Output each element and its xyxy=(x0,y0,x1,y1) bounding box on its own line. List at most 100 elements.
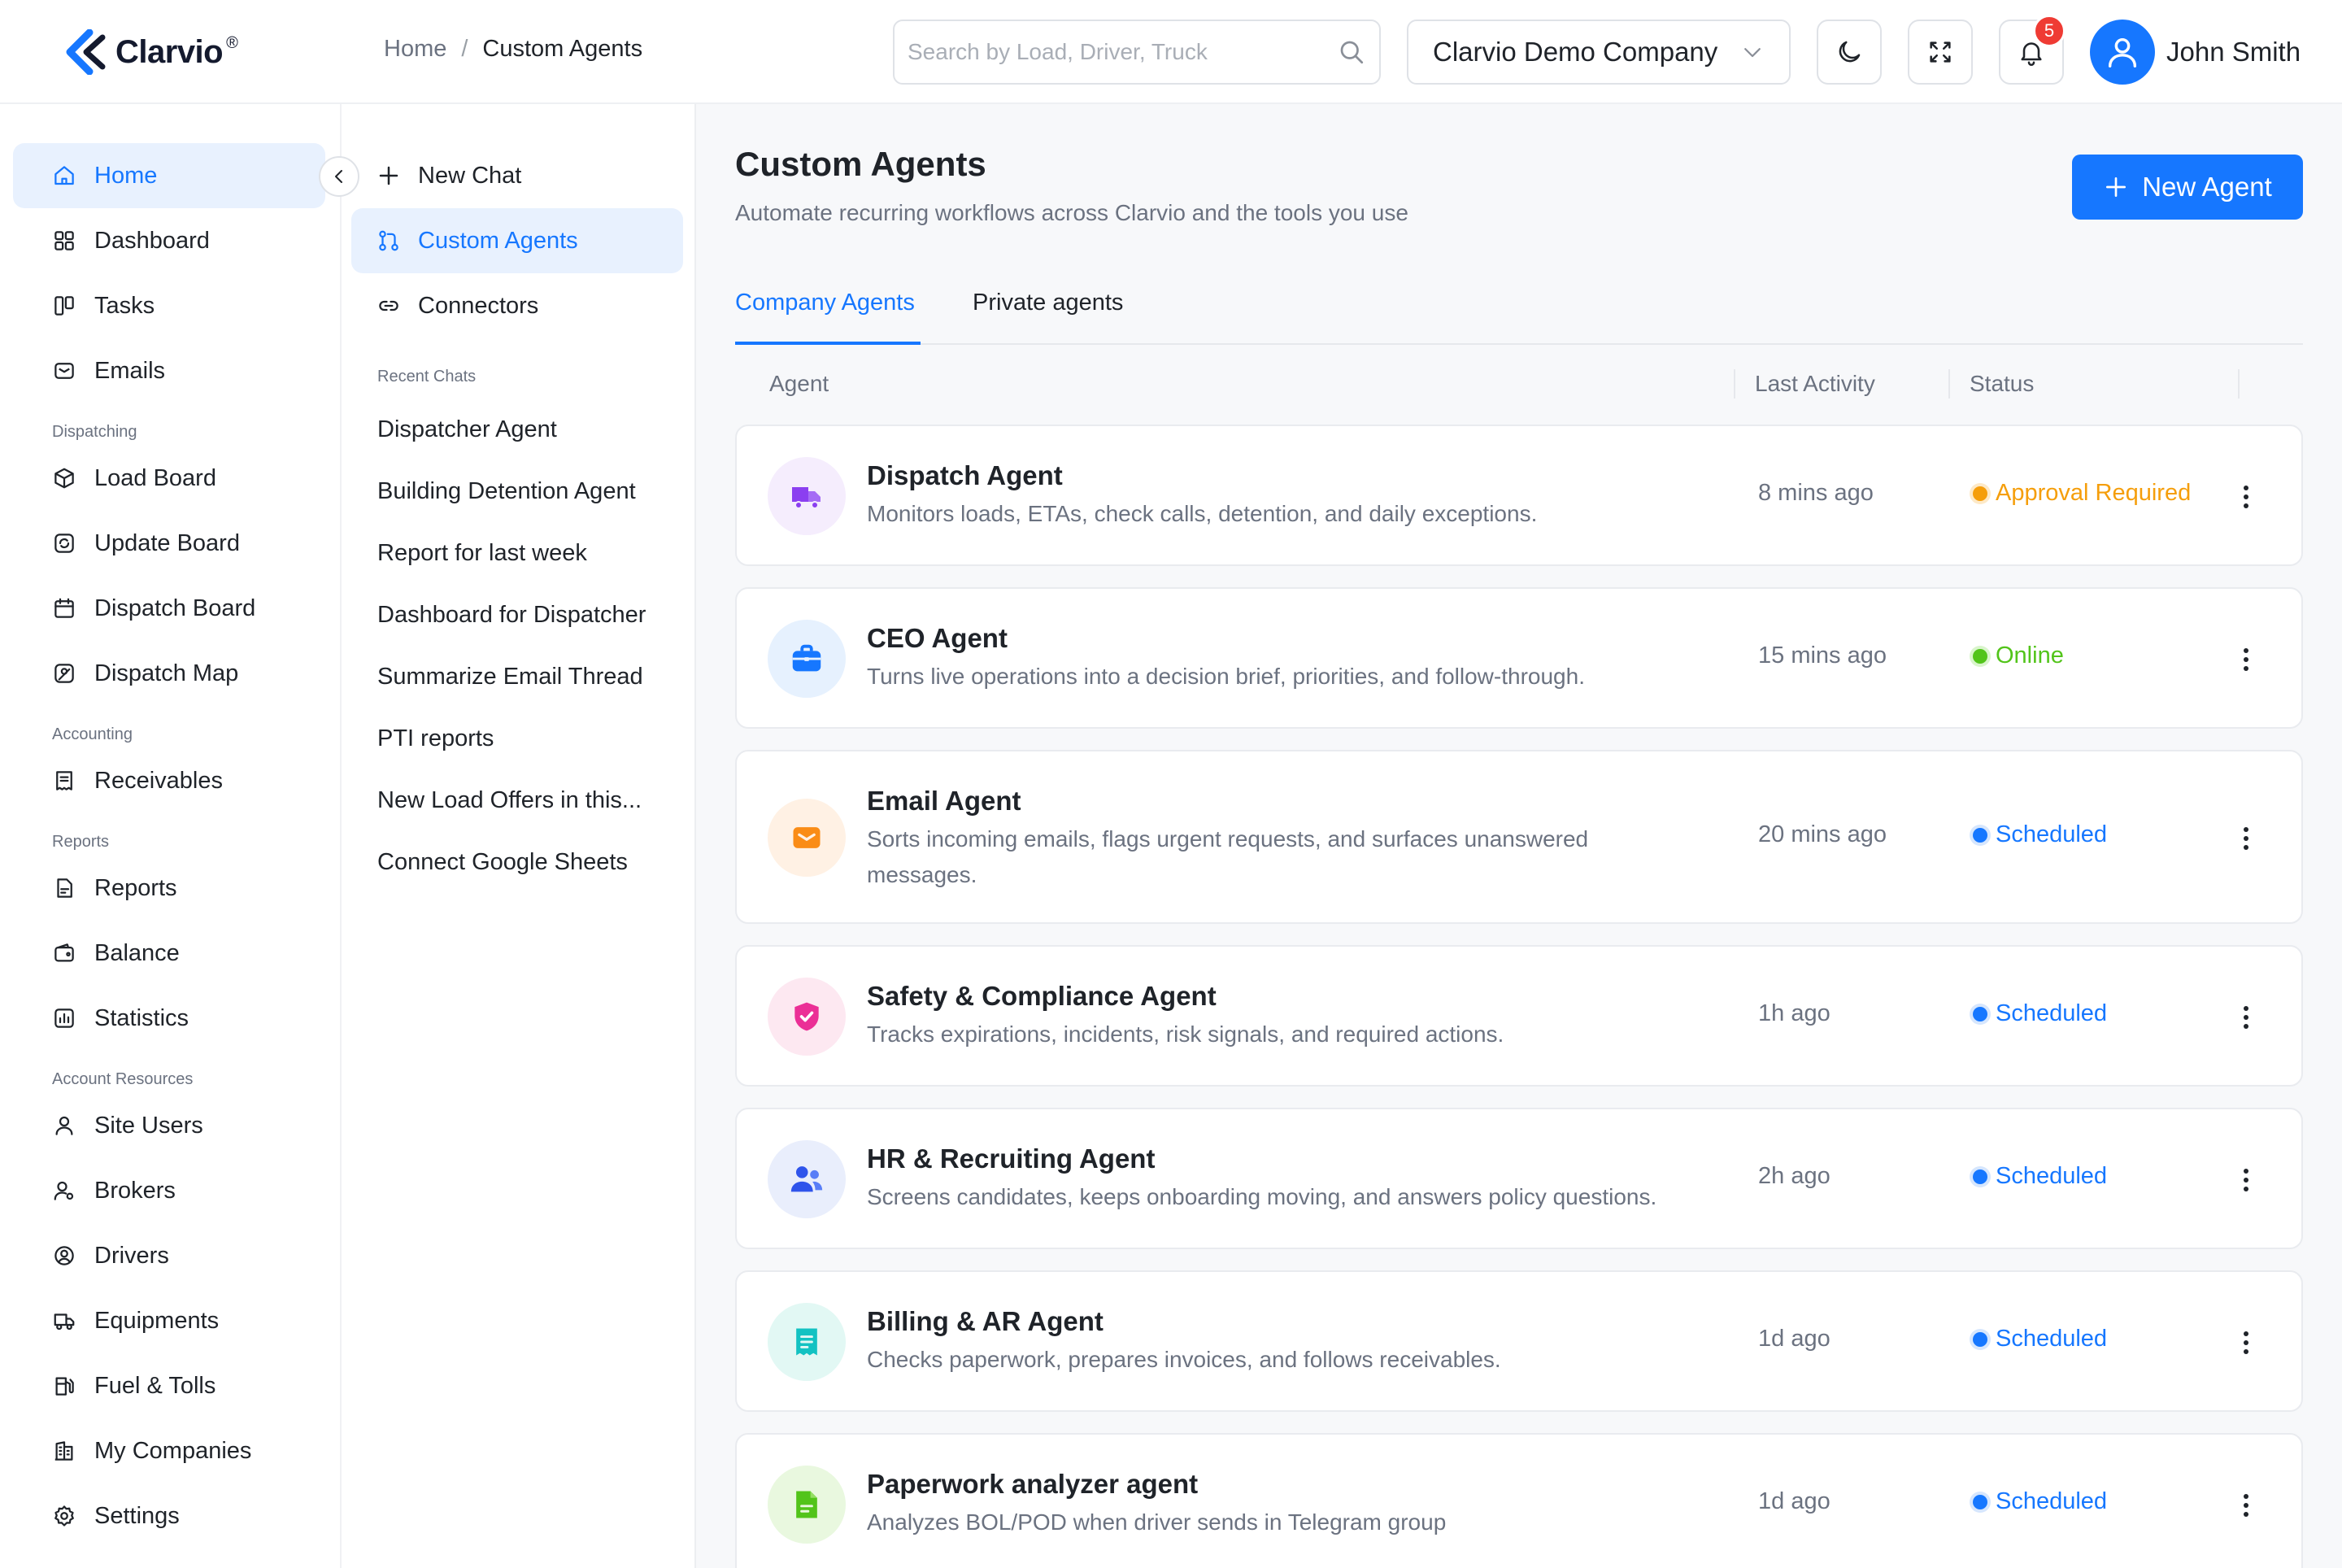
status-label: Scheduled xyxy=(1996,1163,2108,1189)
sidebar-item-tasks[interactable]: Tasks xyxy=(13,273,325,338)
connectors-link[interactable]: Connectors xyxy=(351,273,683,338)
avatar[interactable] xyxy=(2090,20,2155,85)
agent-last-activity: 20 mins ago xyxy=(1758,821,1887,847)
chart-icon xyxy=(50,1004,78,1032)
table-row[interactable]: Dispatch Agent Monitors loads, ETAs, che… xyxy=(735,425,2303,566)
company-selector-value: Clarvio Demo Company xyxy=(1433,37,1718,67)
tab-company-agents[interactable]: Company Agents xyxy=(735,290,921,345)
brand-name: Clarvio xyxy=(115,33,224,70)
sidebar-item-site-users[interactable]: Site Users xyxy=(13,1093,325,1158)
recent-chat-item[interactable]: Connect Google Sheets xyxy=(377,849,628,876)
column-header-last-activity: Last Activity xyxy=(1755,371,1875,396)
more-options-icon[interactable] xyxy=(2230,1161,2262,1200)
table-row[interactable]: Paperwork analyzer agent Analyzes BOL/PO… xyxy=(735,1433,2303,1568)
more-options-icon[interactable] xyxy=(2230,477,2262,516)
sidebar-item-load-board[interactable]: Load Board xyxy=(13,446,325,511)
sidebar-item-equipments[interactable]: Equipments xyxy=(13,1288,325,1353)
driver-icon xyxy=(50,1242,78,1270)
notifications-button[interactable]: 5 xyxy=(1999,15,2066,85)
plus-icon xyxy=(2103,174,2129,200)
sidebar-item-balance[interactable]: Balance xyxy=(13,921,325,986)
recent-chat-item[interactable]: PTI reports xyxy=(377,725,494,752)
breadcrumb-current: Custom Agents xyxy=(482,36,643,62)
agent-description: Checks paperwork, prepares invoices, and… xyxy=(867,1347,1501,1372)
sidebar-item-dispatch-board[interactable]: Dispatch Board xyxy=(13,576,325,641)
company-selector[interactable]: Clarvio Demo Company xyxy=(1407,20,1791,85)
sidebar-item-drivers[interactable]: Drivers xyxy=(13,1223,325,1288)
more-options-icon[interactable] xyxy=(2230,998,2262,1037)
wallet-icon xyxy=(50,939,78,967)
sidebar-item-receivables[interactable]: Receivables xyxy=(13,748,325,813)
brand-mark: ® xyxy=(226,34,238,52)
status-label: Scheduled xyxy=(1996,1326,2108,1352)
recent-chat-item[interactable]: Dispatcher Agent xyxy=(377,416,557,443)
brand-logo[interactable]: Clarvio ® xyxy=(65,29,238,75)
search-icon[interactable] xyxy=(1337,37,1366,67)
gear-icon xyxy=(50,1502,78,1530)
agent-last-activity: 1d ago xyxy=(1758,1326,1831,1352)
more-options-icon[interactable] xyxy=(2230,819,2262,858)
new-agent-button[interactable]: New Agent xyxy=(2072,155,2303,220)
sidebar-item-emails[interactable]: Emails xyxy=(13,338,325,403)
theme-toggle-button[interactable] xyxy=(1817,20,1882,85)
sidebar-item-label: Brokers xyxy=(94,1177,176,1204)
table-row[interactable]: Email Agent Sorts incoming emails, flags… xyxy=(735,750,2303,924)
table-row[interactable]: CEO Agent Turns live operations into a d… xyxy=(735,587,2303,729)
connectors-label: Connectors xyxy=(418,292,539,319)
sidebar-item-update-board[interactable]: Update Board xyxy=(13,511,325,576)
sidebar-item-label: Site Users xyxy=(94,1112,203,1139)
broker-icon xyxy=(50,1177,78,1204)
tab-private-agents[interactable]: Private agents xyxy=(973,290,1123,345)
sidebar-item-home[interactable]: Home xyxy=(13,143,325,208)
chevron-down-icon xyxy=(1740,40,1765,64)
sidebar-item-label: Drivers xyxy=(94,1242,169,1269)
sidebar-section-reports: Reports xyxy=(52,833,110,851)
recent-chat-item[interactable]: Report for last week xyxy=(377,540,587,567)
recent-chat-item[interactable]: Dashboard for Dispatcher xyxy=(377,602,646,629)
recent-chat-item[interactable]: Building Detention Agent xyxy=(377,478,636,505)
column-divider xyxy=(1948,369,1950,399)
sidebar-item-dashboard[interactable]: Dashboard xyxy=(13,208,325,273)
sidebar-item-settings[interactable]: Settings xyxy=(13,1483,325,1548)
more-options-icon[interactable] xyxy=(2230,1486,2262,1525)
status-label: Scheduled xyxy=(1996,1488,2108,1514)
building-icon xyxy=(50,1437,78,1465)
more-options-icon[interactable] xyxy=(2230,640,2262,679)
sidebar-item-reports[interactable]: Reports xyxy=(13,856,325,921)
new-chat-button[interactable]: New Chat xyxy=(351,143,683,208)
sidebar-item-dispatch-map[interactable]: Dispatch Map xyxy=(13,641,325,706)
kanban-icon xyxy=(50,292,78,320)
recent-chat-item[interactable]: New Load Offers in this... xyxy=(377,787,642,814)
more-options-icon[interactable] xyxy=(2230,1323,2262,1362)
user-name[interactable]: John Smith xyxy=(2166,37,2301,68)
status-dot xyxy=(1973,827,1987,843)
search-input[interactable] xyxy=(908,21,1330,83)
page-title: Custom Agents xyxy=(735,145,986,183)
sidebar-item-label: Dispatch Board xyxy=(94,595,256,621)
sidebar-item-my-companies[interactable]: My Companies xyxy=(13,1418,325,1483)
sidebar-item-label: Update Board xyxy=(94,529,240,556)
new-chat-label: New Chat xyxy=(418,162,522,189)
sidebar-item-fuel-tolls[interactable]: Fuel & Tolls xyxy=(13,1353,325,1418)
table-row[interactable]: Safety & Compliance Agent Tracks expirat… xyxy=(735,945,2303,1087)
users-icon xyxy=(768,1140,846,1218)
sidebar-item-statistics[interactable]: Statistics xyxy=(13,986,325,1051)
status-dot xyxy=(1973,1494,1987,1509)
breadcrumb-home[interactable]: Home xyxy=(384,36,446,63)
link-icon xyxy=(376,293,402,319)
table-row[interactable]: HR & Recruiting Agent Screens candidates… xyxy=(735,1108,2303,1249)
sidebar-item-brokers[interactable]: Brokers xyxy=(13,1158,325,1223)
table-row[interactable]: Billing & AR Agent Checks paperwork, pre… xyxy=(735,1270,2303,1412)
sidebar-item-label: Dispatch Map xyxy=(94,660,239,686)
status-label: Scheduled xyxy=(1996,1000,2108,1026)
sidebar-item-label: Reports xyxy=(94,874,177,901)
status-label: Approval Required xyxy=(1996,480,2192,506)
refresh-icon xyxy=(50,529,78,557)
recent-chats-title: Recent Chats xyxy=(377,368,477,385)
collapse-sidebar-button[interactable] xyxy=(319,156,359,197)
fullscreen-button[interactable] xyxy=(1908,20,1973,85)
custom-agents-link[interactable]: Custom Agents xyxy=(351,208,683,273)
status-badge: Scheduled xyxy=(1973,1488,2107,1515)
mail-icon xyxy=(768,799,846,877)
recent-chat-item[interactable]: Summarize Email Thread xyxy=(377,664,643,690)
